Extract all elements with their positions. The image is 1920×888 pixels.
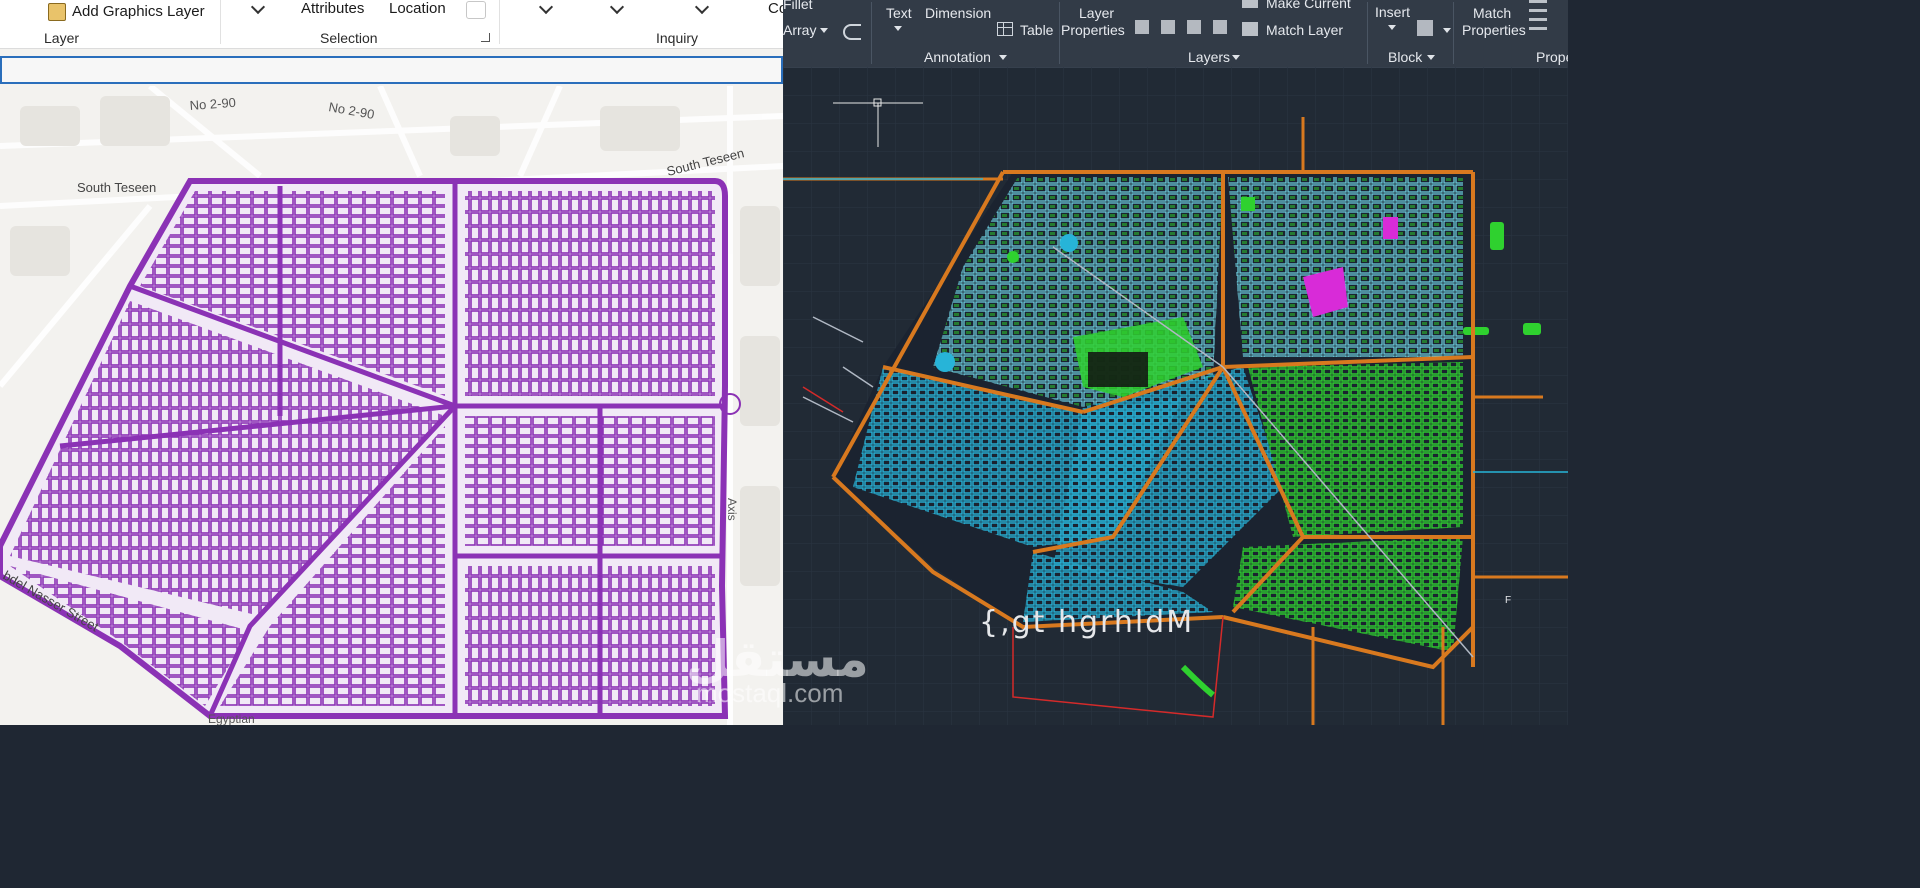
dropdown-arrow-icon[interactable] [1232,55,1240,60]
match-layer-icon[interactable] [1242,22,1258,36]
chevron-down-icon[interactable] [609,0,625,15]
green-marker [1463,327,1489,335]
dropdown-arrow-icon[interactable] [1443,28,1451,33]
map-label-road: No 2-90 [327,99,375,122]
dropdown-arrow-icon[interactable] [820,28,828,33]
cut-ribbon-label: Co [768,0,783,17]
green-marker [1241,197,1255,211]
add-graphics-layer-button[interactable]: Add Graphics Layer [72,3,205,20]
layer-tools-icon[interactable] [1135,20,1231,34]
properties-list-icon[interactable] [1529,0,1547,36]
fillet-button[interactable]: Fillet [783,0,813,12]
map-label-road: No 2-90 [189,95,236,113]
layer-properties-button-line2[interactable]: Properties [1061,22,1125,38]
blocks-north-east [1228,177,1463,357]
dropdown-arrow-icon[interactable] [1427,55,1435,60]
open-space [1088,352,1148,387]
map-view[interactable]: No 2-90 No 2-90 South Teseen South Tesee… [0,86,783,725]
match-properties-button[interactable]: Match [1473,5,1511,21]
text-button[interactable]: Text [886,5,912,21]
map-label-south-teseen: South Teseen [77,180,156,195]
map-tool-icon[interactable] [466,1,486,19]
drawing-label: F [1505,595,1511,606]
parcel-blocks [10,191,715,706]
inquiry-group-label: Inquiry [656,30,699,46]
dropdown-arrow-icon[interactable] [999,55,1007,60]
arcgis-ribbon: Add Graphics Layer Layer Attributes Loca… [0,0,783,49]
dimension-button[interactable]: Dimension [925,5,991,21]
autocad-ribbon: Fillet Array Text Dimension Table Annota… [783,0,1568,68]
cyan-marker [935,352,955,372]
chevron-down-icon[interactable] [694,0,710,15]
drawing-text: {,gt hgrhldM [979,605,1194,640]
ribbon-divider [1059,2,1060,64]
add-graphics-layer-icon[interactable] [48,3,66,21]
green-marker [1007,251,1019,263]
dialog-launcher-icon[interactable] [481,33,490,42]
match-layer-button[interactable]: Match Layer [1266,22,1343,38]
magenta-zone [1383,217,1398,239]
cyan-marker [1060,234,1078,252]
green-marker [1490,222,1504,250]
autocad-pane: Fillet Array Text Dimension Table Annota… [783,0,1568,725]
ribbon-divider [1367,2,1368,64]
table-icon[interactable] [997,22,1013,36]
layer-properties-button[interactable]: Layer [1079,5,1114,21]
array-button[interactable]: Array [783,22,816,38]
mostaql-watermark-url: mostaql.com [696,678,844,708]
properties-group-label: Prope [1536,49,1568,65]
ribbon-divider [1453,2,1454,64]
table-button[interactable]: Table [1020,22,1053,38]
green-marker [1523,323,1541,335]
selection-group-label: Selection [320,30,378,46]
drawing-canvas[interactable]: {,gt hgrhldM F [783,67,1568,725]
map-label-axis: Axis [725,498,739,521]
ribbon-divider [220,0,221,44]
make-current-button[interactable]: Make Current [1266,0,1351,11]
arcgis-pane: Add Graphics Layer Layer Attributes Loca… [0,0,783,725]
dropdown-arrow-icon[interactable] [1388,25,1396,30]
ribbon-divider [499,0,500,44]
layer-group-label: Layer [44,30,80,46]
map-label-south-teseen: South Teseen [665,145,746,179]
make-current-icon[interactable] [1242,0,1258,8]
ribbon-divider [871,2,872,64]
attributes-button[interactable]: Attributes [301,0,364,17]
command-search-bar[interactable] [0,56,783,84]
match-properties-button-line2[interactable]: Properties [1462,22,1526,38]
block-edit-icon[interactable] [1417,20,1433,36]
chevron-down-icon[interactable] [250,0,266,15]
layers-group-label: Layers [1188,49,1231,65]
offset-icon[interactable] [843,24,861,40]
dropdown-arrow-icon[interactable] [894,26,902,31]
block-group-label: Block [1388,49,1423,65]
map-label-egyptian: Egyptian [208,712,255,725]
annotation-group-label: Annotation [924,49,991,65]
chevron-down-icon[interactable] [538,0,554,15]
insert-button[interactable]: Insert [1375,4,1410,20]
location-button[interactable]: Location [389,0,446,17]
